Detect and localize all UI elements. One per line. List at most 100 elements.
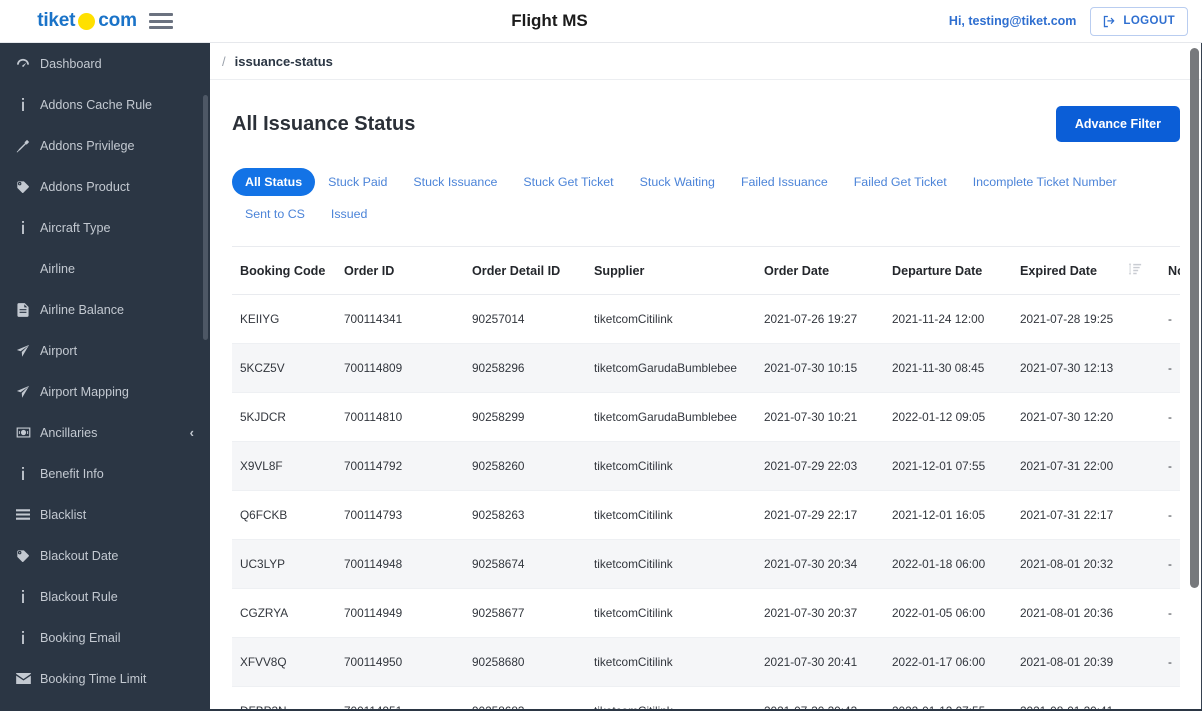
cell-departure-date: 2021-11-30 08:45: [892, 344, 1020, 393]
column-header-booking-code[interactable]: Booking Code: [232, 247, 344, 295]
cell-departure-date: 2021-12-01 07:55: [892, 442, 1020, 491]
info-icon: [14, 467, 32, 481]
cell-supplier: tiketcomGarudaBumblebee: [594, 393, 764, 442]
plane-icon: [14, 385, 32, 399]
sidebar-item-benefit-info[interactable]: Benefit Info: [0, 453, 210, 494]
table-row[interactable]: 5KJDCR 700114810 90258299 tiketcomGaruda…: [232, 393, 1180, 442]
table-row[interactable]: KEIIYG 700114341 90257014 tiketcomCitili…: [232, 295, 1180, 344]
cell-order-detail-id: 90258263: [472, 491, 594, 540]
cell-notes: -: [1168, 589, 1180, 638]
sidebar-item-airport[interactable]: Airport: [0, 330, 210, 371]
sidebar-item-addons-cache-rule[interactable]: Addons Cache Rule: [0, 84, 210, 125]
cell-departure-date: 2022-01-18 06:00: [892, 540, 1020, 589]
table-row[interactable]: Q6FCKB 700114793 90258263 tiketcomCitili…: [232, 491, 1180, 540]
column-header-order-date[interactable]: Order Date: [764, 247, 892, 295]
cell-order-detail-id: 90258674: [472, 540, 594, 589]
column-header-order-id[interactable]: Order ID: [344, 247, 472, 295]
cell-expired-date: 2021-07-31 22:17: [1020, 491, 1168, 540]
logout-button[interactable]: LOGOUT: [1090, 7, 1188, 36]
tab-failed-get-ticket[interactable]: Failed Get Ticket: [841, 168, 960, 196]
info-icon: [14, 221, 32, 235]
column-header-departure-date[interactable]: Departure Date: [892, 247, 1020, 295]
logout-icon: [1103, 15, 1116, 28]
cell-order-id: 700114809: [344, 344, 472, 393]
sidebar-item-blackout-rule[interactable]: Blackout Rule: [0, 576, 210, 617]
sidebar-item-ancillaries[interactable]: Ancillaries ‹: [0, 412, 210, 453]
sidebar-item-booking-time-limit[interactable]: Booking Time Limit: [0, 658, 210, 699]
main-scrollbar-thumb[interactable]: [1190, 48, 1199, 588]
table-row[interactable]: DFBP3N 700114951 90258683 tiketcomCitili…: [232, 687, 1180, 711]
main-scrollbar[interactable]: [1190, 48, 1199, 665]
cell-supplier: tiketcomCitilink: [594, 687, 764, 711]
sidebar-item-label: Aircraft Type: [40, 221, 194, 235]
table-row[interactable]: XFVV8Q 700114950 90258680 tiketcomCitili…: [232, 638, 1180, 687]
cell-notes: -: [1168, 638, 1180, 687]
sidebar-nav: Dashboard Addons Cache Rule Addons Privi…: [0, 43, 210, 711]
sidebar-item-label: Dashboard: [40, 57, 194, 71]
cell-supplier: tiketcomCitilink: [594, 589, 764, 638]
sidebar-item-blackout-date[interactable]: Blackout Date: [0, 535, 210, 576]
cell-order-date: 2021-07-29 22:03: [764, 442, 892, 491]
cell-notes: -: [1168, 344, 1180, 393]
tab-stuck-issuance[interactable]: Stuck Issuance: [400, 168, 510, 196]
table-row[interactable]: 5KCZ5V 700114809 90258296 tiketcomGaruda…: [232, 344, 1180, 393]
tab-incomplete-ticket-number[interactable]: Incomplete Ticket Number: [960, 168, 1130, 196]
tiket-logo[interactable]: tiket com: [37, 10, 137, 32]
table-row[interactable]: X9VL8F 700114792 90258260 tiketcomCitili…: [232, 442, 1180, 491]
sidebar-item-airline-balance[interactable]: Airline Balance: [0, 289, 210, 330]
sidebar-item-label: Booking Time Limit: [40, 672, 194, 686]
cell-order-detail-id: 90258260: [472, 442, 594, 491]
column-header-order-detail-id[interactable]: Order Detail ID: [472, 247, 594, 295]
tab-all-status[interactable]: All Status: [232, 168, 315, 196]
cell-order-id: 700114950: [344, 638, 472, 687]
app-header: tiket com Flight MS Hi, testing@tiket.co…: [0, 0, 1202, 43]
sidebar-item-label: Addons Product: [40, 180, 194, 194]
sidebar-item-label: Airport Mapping: [40, 385, 194, 399]
file-icon: [14, 303, 32, 317]
column-header-supplier[interactable]: Supplier: [594, 247, 764, 295]
sidebar-item-airport-mapping[interactable]: Airport Mapping: [0, 371, 210, 412]
sidebar-item-label: Ancillaries: [40, 426, 190, 440]
sidebar-scrollbar[interactable]: [203, 43, 208, 711]
column-header-notes[interactable]: Notes: [1168, 247, 1180, 295]
breadcrumb-separator: /: [222, 54, 226, 69]
advance-filter-button[interactable]: Advance Filter: [1056, 106, 1180, 142]
tab-sent-to-cs[interactable]: Sent to CS: [232, 200, 318, 228]
sort-amount-down-icon[interactable]: [1128, 262, 1142, 276]
sidebar-scrollbar-thumb[interactable]: [203, 95, 208, 340]
cell-order-id: 700114810: [344, 393, 472, 442]
cell-order-detail-id: 90258683: [472, 687, 594, 711]
cell-expired-date: 2021-07-28 19:25: [1020, 295, 1168, 344]
sidebar-item-label: Airline Balance: [40, 303, 194, 317]
column-header-sort[interactable]: [1128, 247, 1168, 295]
yellow-dot-icon: [78, 13, 95, 30]
chevron-left-icon[interactable]: ‹: [190, 426, 194, 439]
tab-stuck-get-ticket[interactable]: Stuck Get Ticket: [510, 168, 626, 196]
tab-stuck-paid[interactable]: Stuck Paid: [315, 168, 400, 196]
table-body: KEIIYG 700114341 90257014 tiketcomCitili…: [232, 295, 1180, 711]
tab-failed-issuance[interactable]: Failed Issuance: [728, 168, 841, 196]
cell-order-date: 2021-07-30 10:21: [764, 393, 892, 442]
sidebar-item-booking-email[interactable]: Booking Email: [0, 617, 210, 658]
logout-label: LOGOUT: [1123, 15, 1175, 27]
table-row[interactable]: UC3LYP 700114948 90258674 tiketcomCitili…: [232, 540, 1180, 589]
column-header-expired-date[interactable]: Expired Date: [1020, 247, 1128, 295]
breadcrumb-current[interactable]: issuance-status: [235, 54, 333, 69]
cell-notes: -: [1168, 687, 1180, 711]
tag-icon: [14, 180, 32, 194]
tab-issued[interactable]: Issued: [318, 200, 381, 228]
tab-stuck-waiting[interactable]: Stuck Waiting: [627, 168, 728, 196]
sidebar-item-airline[interactable]: Airline: [0, 248, 210, 289]
sidebar-item-aircraft-type[interactable]: Aircraft Type: [0, 207, 210, 248]
cell-expired-date: 2021-08-01 20:36: [1020, 589, 1168, 638]
sidebar-item-blacklist[interactable]: Blacklist: [0, 494, 210, 535]
sidebar-item-addons-product[interactable]: Addons Product: [0, 166, 210, 207]
info-icon: [14, 631, 32, 645]
sidebar-item-addons-privilege[interactable]: Addons Privilege: [0, 125, 210, 166]
plane-icon: [14, 344, 32, 358]
table-row[interactable]: CGZRYA 700114949 90258677 tiketcomCitili…: [232, 589, 1180, 638]
cell-booking-code: XFVV8Q: [232, 638, 344, 687]
sidebar-item-dashboard[interactable]: Dashboard: [0, 43, 210, 84]
list-icon: [14, 508, 32, 522]
cell-supplier: tiketcomCitilink: [594, 491, 764, 540]
